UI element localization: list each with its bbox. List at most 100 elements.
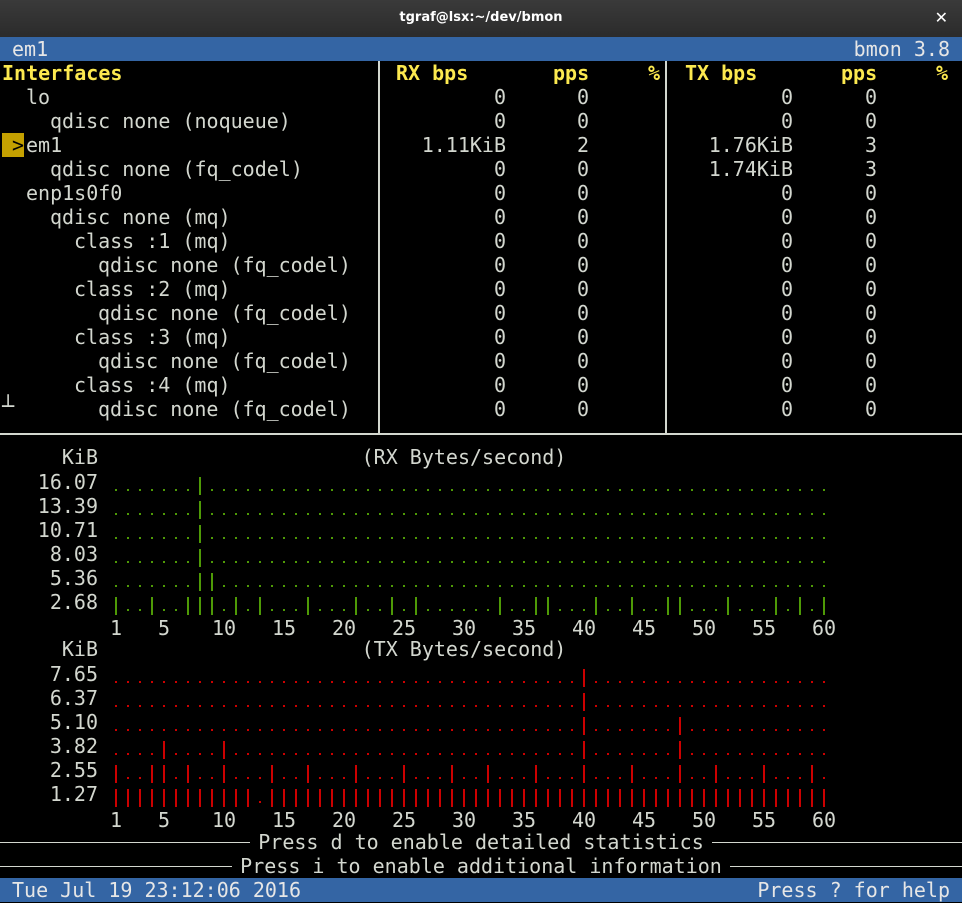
grid-dot	[511, 753, 513, 755]
tx-bps-value: 1.76KiB	[708, 133, 793, 157]
close-icon[interactable]: ✕	[935, 8, 948, 27]
data-bar	[799, 597, 801, 615]
data-bar	[511, 789, 513, 807]
x-tick-label: 5	[158, 808, 170, 829]
grid-dot	[703, 729, 705, 731]
grid-dot	[595, 777, 597, 779]
grid-dot	[751, 777, 753, 779]
grid-dot	[487, 561, 489, 563]
data-bar	[115, 789, 117, 807]
data-bar	[595, 597, 597, 615]
grid-dot	[271, 753, 273, 755]
grid-dot	[115, 513, 117, 515]
grid-dot	[823, 585, 825, 587]
grid-dot	[307, 489, 309, 491]
grid-dot	[691, 609, 693, 611]
grid-dot	[379, 489, 381, 491]
tx-bps-value: 0	[780, 349, 793, 373]
rx-bps-value: 0	[493, 349, 506, 373]
grid-dot	[739, 489, 741, 491]
grid-dot	[283, 537, 285, 539]
grid-dot	[751, 489, 753, 491]
grid-dot	[343, 609, 345, 611]
grid-dot	[463, 609, 465, 611]
grid-dot	[367, 681, 369, 683]
x-tick-label: 55	[752, 616, 776, 637]
grid-dot	[799, 537, 801, 539]
grid-dot	[667, 585, 669, 587]
grid-dot	[391, 489, 393, 491]
grid-dot	[679, 561, 681, 563]
grid-dot	[463, 561, 465, 563]
grid-dot	[595, 705, 597, 707]
tx-pps-value: 0	[864, 181, 877, 205]
grid-dot	[151, 681, 153, 683]
grid-dot	[787, 705, 789, 707]
grid-dot	[283, 513, 285, 515]
current-interface: em1	[12, 37, 49, 61]
grid-dot	[679, 705, 681, 707]
grid-dot	[607, 513, 609, 515]
help-hint[interactable]: Press ? for help	[757, 878, 950, 902]
grid-dot	[127, 705, 129, 707]
grid-dot	[703, 561, 705, 563]
grid-dot	[247, 753, 249, 755]
grid-dot	[319, 513, 321, 515]
grid-dot	[823, 537, 825, 539]
grid-dot	[319, 777, 321, 779]
grid-dot	[691, 729, 693, 731]
data-bar	[199, 597, 201, 615]
grid-dot	[499, 705, 501, 707]
grid-dot	[247, 513, 249, 515]
grid-dot	[811, 681, 813, 683]
grid-dot	[559, 609, 561, 611]
grid-dot	[235, 729, 237, 731]
grid-dot	[367, 561, 369, 563]
grid-dot	[739, 513, 741, 515]
data-bar	[547, 789, 549, 807]
grid-dot	[799, 777, 801, 779]
grid-dot	[655, 489, 657, 491]
data-bar	[583, 669, 585, 687]
data-bar	[535, 765, 537, 783]
grid-dot	[379, 705, 381, 707]
data-bar	[439, 789, 441, 807]
grid-dot	[631, 681, 633, 683]
grid-dot	[463, 585, 465, 587]
x-tick-label: 25	[392, 808, 416, 829]
data-bar	[427, 789, 429, 807]
grid-dot	[439, 513, 441, 515]
grid-dot	[799, 705, 801, 707]
grid-dot	[163, 561, 165, 563]
grid-dot	[127, 585, 129, 587]
data-bar	[499, 597, 501, 615]
grid-dot	[259, 705, 261, 707]
data-bar	[679, 741, 681, 759]
grid-dot	[523, 777, 525, 779]
grid-dot	[139, 777, 141, 779]
grid-dot	[739, 585, 741, 587]
grid-dot	[259, 681, 261, 683]
rx-pps-value: 0	[576, 373, 589, 397]
app-version: bmon 3.8	[853, 37, 950, 61]
data-bar	[151, 789, 153, 807]
grid-dot	[187, 489, 189, 491]
grid-dot	[403, 681, 405, 683]
grid-dot	[259, 753, 261, 755]
data-bar	[595, 789, 597, 807]
grid-dot	[439, 777, 441, 779]
grid-dot	[427, 729, 429, 731]
data-bar	[355, 597, 357, 615]
grid-dot	[139, 537, 141, 539]
grid-dot	[523, 609, 525, 611]
grid-dot	[403, 585, 405, 587]
data-bar	[343, 789, 345, 807]
grid-dot	[415, 705, 417, 707]
y-tick-label: 3.82	[50, 734, 98, 758]
grid-dot	[643, 681, 645, 683]
x-tick-label: 60	[812, 616, 836, 637]
grid-dot	[163, 537, 165, 539]
grid-dot	[799, 753, 801, 755]
data-bar	[283, 789, 285, 807]
grid-dot	[439, 537, 441, 539]
